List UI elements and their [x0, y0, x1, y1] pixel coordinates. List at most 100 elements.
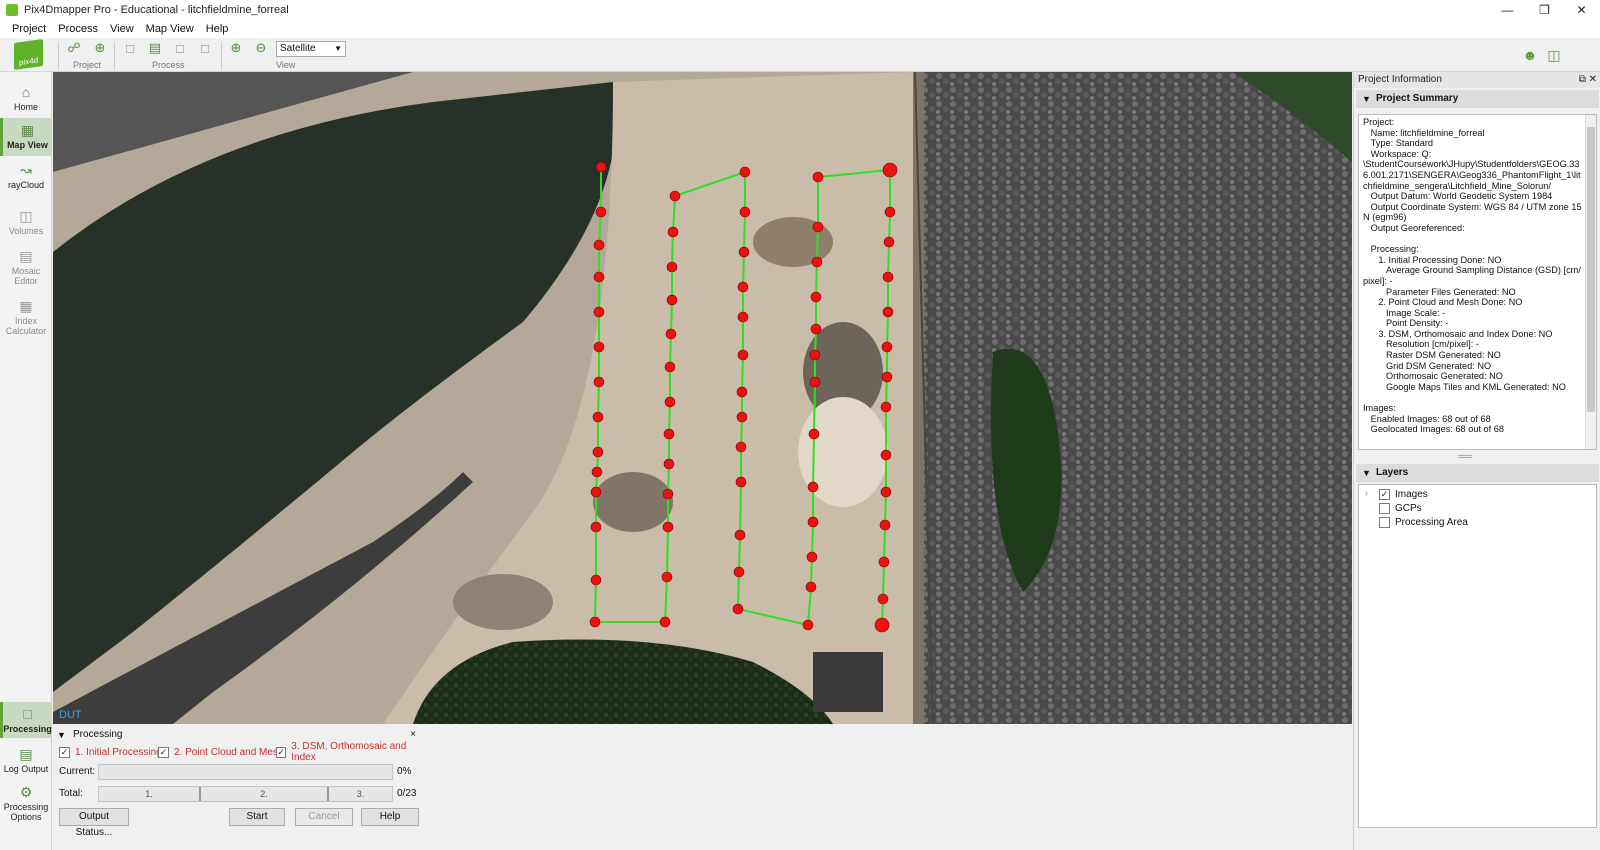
image-marker[interactable] [659, 616, 671, 628]
new-project-icon[interactable]: ☍ [66, 40, 82, 56]
image-marker[interactable] [664, 396, 676, 408]
image-marker[interactable] [736, 411, 748, 423]
image-marker[interactable] [590, 521, 602, 533]
help-button[interactable]: Help [361, 808, 419, 826]
panel-toggle-icon[interactable]: ◫ [1545, 46, 1563, 64]
expand-icon[interactable]: › [1365, 488, 1368, 498]
project-summary-header[interactable]: ▼ Project Summary [1356, 90, 1599, 108]
minimize-icon[interactable]: — [1489, 0, 1526, 20]
sidebar-item-volumes[interactable]: ◫ Volumes [0, 204, 52, 242]
image-marker[interactable] [802, 619, 814, 631]
image-marker[interactable] [733, 566, 745, 578]
image-marker[interactable] [882, 306, 894, 318]
image-marker[interactable] [664, 361, 676, 373]
image-marker[interactable] [737, 281, 749, 293]
sidebar-item-processing-options[interactable]: ⚙ Processing Options [0, 780, 52, 826]
checkbox-checked[interactable]: ✓ [1379, 488, 1390, 500]
upload-icon[interactable]: □ [197, 40, 213, 56]
basemap-select[interactable]: Satellite ▼ [276, 41, 346, 57]
image-marker[interactable] [874, 617, 890, 633]
image-marker[interactable] [882, 271, 894, 283]
menu-project[interactable]: Project [6, 23, 52, 35]
checkbox-checked[interactable]: ✓ [276, 746, 287, 758]
image-marker[interactable] [595, 206, 607, 218]
zoom-in-icon[interactable]: ⊕ [228, 40, 244, 56]
menu-process[interactable]: Process [52, 23, 104, 35]
menu-map-view[interactable]: Map View [140, 23, 200, 35]
checkbox-checked[interactable]: ✓ [59, 746, 70, 758]
scrollbar-thumb[interactable] [1587, 127, 1595, 412]
report-icon[interactable]: □ [122, 40, 138, 56]
open-folder-icon[interactable]: ▤ [147, 40, 163, 56]
image-marker[interactable] [667, 226, 679, 238]
image-marker[interactable] [810, 291, 822, 303]
image-marker[interactable] [735, 441, 747, 453]
step-point-cloud[interactable]: ✓ 2. Point Cloud and Mesh [158, 745, 284, 759]
quality-report-icon[interactable]: □ [172, 40, 188, 56]
layer-images[interactable]: ✓ Images [1379, 487, 1428, 501]
image-marker[interactable] [663, 428, 675, 440]
menu-view[interactable]: View [104, 23, 140, 35]
image-marker[interactable] [593, 376, 605, 388]
image-marker[interactable] [806, 551, 818, 563]
sidebar-item-home[interactable]: ⌂ Home [0, 80, 52, 118]
image-marker[interactable] [590, 486, 602, 498]
image-marker[interactable] [662, 488, 674, 500]
close-icon[interactable]: ✕ [1589, 74, 1597, 85]
image-marker[interactable] [807, 516, 819, 528]
sidebar-item-mosaic-editor[interactable]: ▤ Mosaic Editor [0, 244, 52, 290]
summary-scrollbar[interactable] [1585, 115, 1596, 449]
layer-gcps[interactable]: GCPs [1379, 501, 1422, 515]
image-marker[interactable] [812, 171, 824, 183]
image-marker[interactable] [666, 294, 678, 306]
image-marker[interactable] [883, 236, 895, 248]
image-marker[interactable] [739, 166, 751, 178]
image-marker[interactable] [879, 519, 891, 531]
gcp-manager-icon[interactable]: ⊕ [92, 40, 108, 56]
image-marker[interactable] [807, 481, 819, 493]
close-icon[interactable]: ✕ [1563, 0, 1600, 20]
image-marker[interactable] [881, 341, 893, 353]
image-marker[interactable] [884, 206, 896, 218]
start-button[interactable]: Start [229, 808, 285, 826]
cancel-button[interactable]: Cancel [295, 808, 353, 826]
image-marker[interactable] [590, 574, 602, 586]
checkbox-checked[interactable]: ✓ [158, 746, 169, 758]
satellite-map[interactable]: DUT [53, 72, 1352, 724]
image-marker[interactable] [809, 376, 821, 388]
image-marker[interactable] [666, 261, 678, 273]
collapse-icon[interactable]: ▼ [57, 727, 66, 743]
image-marker[interactable] [810, 323, 822, 335]
restore-icon[interactable]: ❐ [1526, 0, 1563, 20]
panel-splitter[interactable] [1458, 455, 1472, 458]
image-marker[interactable] [878, 556, 890, 568]
image-marker[interactable] [591, 466, 603, 478]
image-marker[interactable] [593, 271, 605, 283]
image-marker[interactable] [592, 446, 604, 458]
account-icon[interactable]: ☻ [1521, 46, 1539, 64]
image-marker[interactable] [739, 206, 751, 218]
image-marker[interactable] [589, 616, 601, 628]
layers-header[interactable]: ▼ Layers [1356, 464, 1599, 482]
sidebar-item-raycloud[interactable]: ↝ rayCloud [0, 158, 52, 196]
image-marker[interactable] [735, 476, 747, 488]
sidebar-item-processing[interactable]: □ Processing [0, 702, 52, 738]
checkbox[interactable] [1379, 502, 1390, 514]
image-marker[interactable] [880, 449, 892, 461]
image-marker[interactable] [592, 411, 604, 423]
image-marker[interactable] [593, 306, 605, 318]
image-marker[interactable] [808, 428, 820, 440]
step-initial-processing[interactable]: ✓ 1. Initial Processing [59, 745, 162, 759]
image-marker[interactable] [665, 328, 677, 340]
menu-help[interactable]: Help [200, 23, 235, 35]
image-marker[interactable] [593, 239, 605, 251]
image-marker[interactable] [736, 386, 748, 398]
image-marker[interactable] [593, 341, 605, 353]
undock-icon[interactable]: ⧉ [1579, 74, 1586, 85]
checkbox[interactable] [1379, 516, 1390, 528]
image-marker[interactable] [732, 603, 744, 615]
image-marker[interactable] [877, 593, 889, 605]
output-status-button[interactable]: Output Status... [59, 808, 129, 838]
image-marker[interactable] [738, 246, 750, 258]
sidebar-item-map-view[interactable]: ▦ Map View [0, 118, 52, 156]
